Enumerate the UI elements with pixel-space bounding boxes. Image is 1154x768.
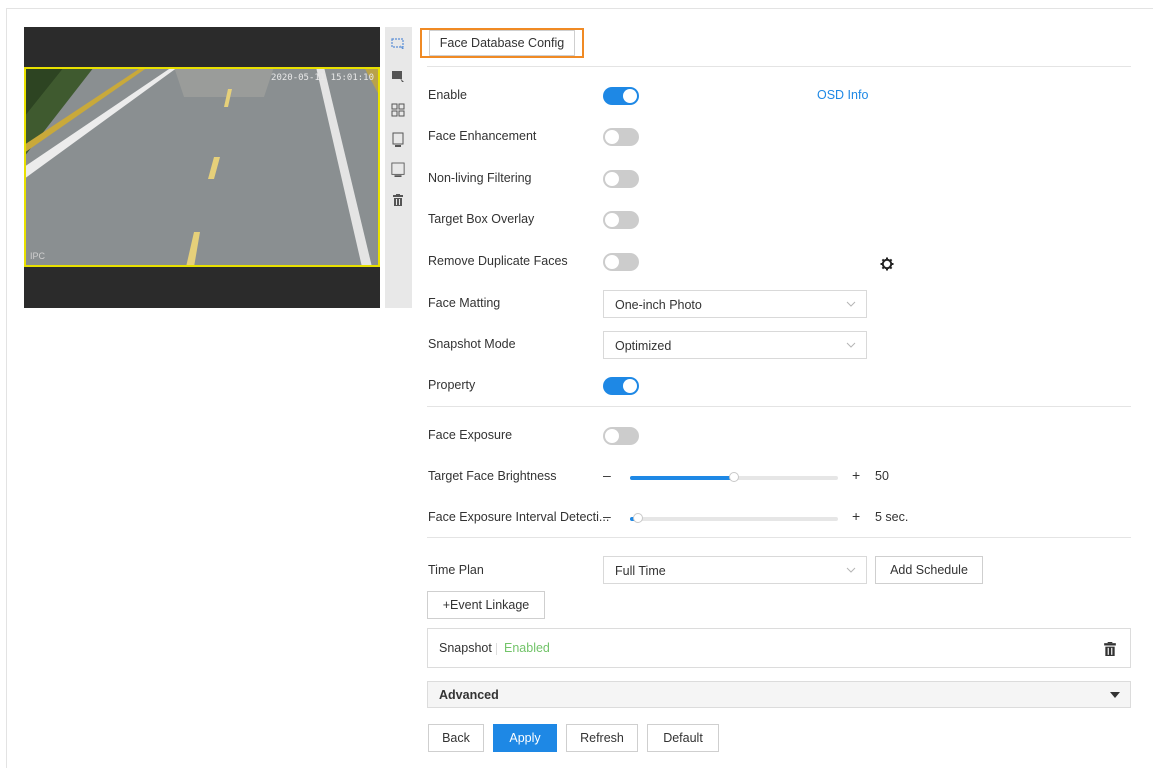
delete-icon[interactable] <box>391 193 405 207</box>
select-target-icon[interactable] <box>391 70 405 84</box>
face-matting-label: Face Matting <box>428 296 501 310</box>
divider <box>427 406 1131 407</box>
interval-decrease-button[interactable]: – <box>603 508 611 524</box>
time-plan-select[interactable]: Full Time <box>603 556 867 584</box>
default-button[interactable]: Default <box>647 724 719 752</box>
target-face-brightness-label: Target Face Brightness <box>428 469 557 483</box>
property-toggle[interactable] <box>603 377 639 395</box>
divider <box>427 537 1131 538</box>
face-matting-select[interactable]: One-inch Photo <box>603 290 867 318</box>
osd-info-link[interactable]: OSD Info <box>817 88 868 102</box>
snapshot-mode-value: Optimized <box>615 339 672 353</box>
brightness-slider[interactable] <box>630 472 838 482</box>
brightness-value: 50 <box>875 469 889 483</box>
add-schedule-button[interactable]: Add Schedule <box>875 556 983 584</box>
interval-increase-button[interactable]: + <box>852 508 860 524</box>
chevron-down-icon <box>846 342 856 348</box>
caret-down-icon <box>1110 692 1120 698</box>
face-enhancement-label: Face Enhancement <box>428 129 537 143</box>
enable-label: Enable <box>428 88 467 102</box>
enable-toggle[interactable] <box>603 87 639 105</box>
brightness-decrease-button[interactable]: – <box>603 467 611 483</box>
remove-duplicate-faces-label: Remove Duplicate Faces <box>428 254 568 268</box>
face-matting-value: One-inch Photo <box>615 298 702 312</box>
event-linkage-button[interactable]: +Event Linkage <box>427 591 545 619</box>
non-living-filtering-toggle[interactable] <box>603 170 639 188</box>
tab-face-database-config[interactable]: Face Database Config <box>420 28 584 58</box>
refresh-button[interactable]: Refresh <box>566 724 638 752</box>
property-label: Property <box>428 378 476 392</box>
face-enhancement-toggle[interactable] <box>603 128 639 146</box>
advanced-collapse[interactable]: Advanced <box>427 681 1131 708</box>
divider <box>427 66 1131 67</box>
remove-duplicate-faces-toggle[interactable] <box>603 253 639 271</box>
grid-icon[interactable] <box>391 103 405 117</box>
target-box-icon[interactable] <box>391 132 405 147</box>
brightness-increase-button[interactable]: + <box>852 467 860 483</box>
osd-timestamp: 2020-05-11 15:01:10 <box>271 73 374 83</box>
non-living-filtering-label: Non-living Filtering <box>428 171 532 185</box>
select-region-icon[interactable] <box>391 37 405 51</box>
gear-icon[interactable] <box>880 257 894 271</box>
snapshot-title: Snapshot <box>439 641 492 655</box>
chevron-down-icon <box>846 301 856 307</box>
separator <box>496 643 497 655</box>
interval-slider[interactable] <box>630 513 838 523</box>
snapshot-status: Enabled <box>504 641 550 655</box>
roi-rectangle[interactable] <box>24 67 380 267</box>
snapshot-mode-label: Snapshot Mode <box>428 337 516 351</box>
snapshot-mode-select[interactable]: Optimized <box>603 331 867 359</box>
advanced-label: Advanced <box>439 688 499 702</box>
face-exposure-label: Face Exposure <box>428 428 513 442</box>
osd-channel-name: IPC <box>30 251 46 261</box>
trash-icon[interactable] <box>1104 642 1116 656</box>
target-box-overlay-label: Target Box Overlay <box>428 212 535 226</box>
drawing-toolbar <box>385 27 412 308</box>
tab-label: Face Database Config <box>428 30 576 56</box>
interval-value: 5 sec. <box>875 510 909 524</box>
snapshot-linkage-card: Snapshot Enabled <box>427 628 1131 668</box>
slider-thumb[interactable] <box>729 472 739 482</box>
live-video: 2020-05-11 15:01:10 IPC <box>24 67 380 267</box>
face-exposure-toggle[interactable] <box>603 427 639 445</box>
time-plan-label: Time Plan <box>428 563 484 577</box>
chevron-down-icon <box>846 567 856 573</box>
time-plan-value: Full Time <box>615 564 666 578</box>
apply-button[interactable]: Apply <box>493 724 557 752</box>
back-button[interactable]: Back <box>428 724 484 752</box>
draw-area-icon[interactable] <box>391 162 405 177</box>
exposure-interval-label: Face Exposure Interval Detecti... <box>428 510 610 524</box>
video-preview[interactable]: 2020-05-11 15:01:10 IPC <box>24 27 380 308</box>
target-box-overlay-toggle[interactable] <box>603 211 639 229</box>
